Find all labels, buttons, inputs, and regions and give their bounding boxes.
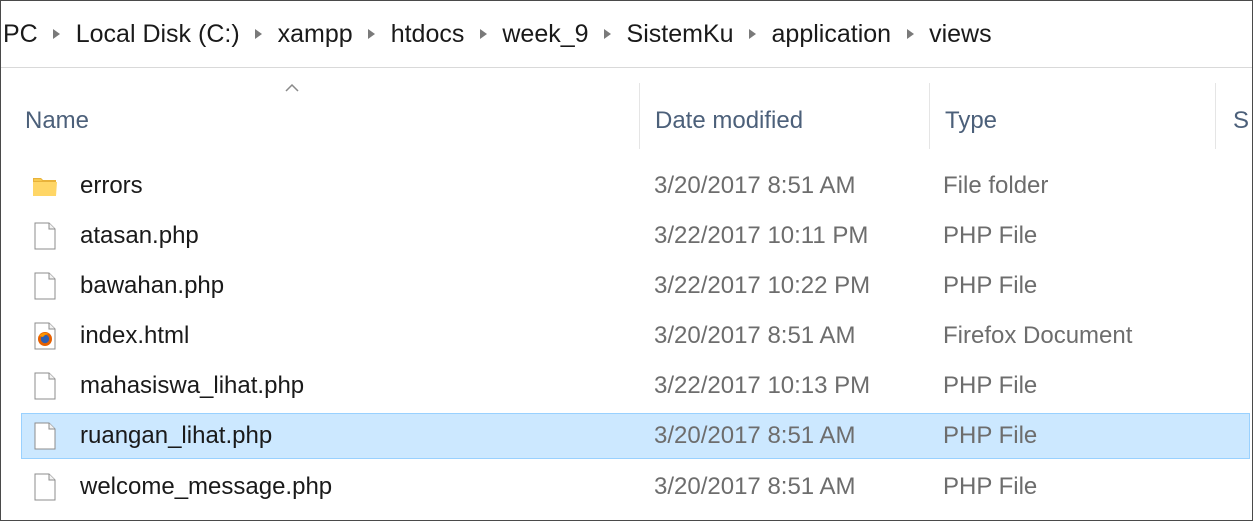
column-divider[interactable] (929, 83, 930, 149)
column-header: Name Date modified Type S (1, 67, 1252, 155)
file-type: Firefox Document (943, 322, 1133, 349)
folder-icon (32, 164, 58, 208)
file-type: File folder (943, 172, 1049, 199)
file-date-modified: 3/22/2017 10:11 PM (654, 222, 869, 249)
breadcrumb-local-disk[interactable]: Local Disk (C:) (74, 1, 242, 67)
file-type: PHP File (943, 473, 1038, 500)
document-icon (32, 264, 58, 308)
firefox-icon (32, 314, 58, 358)
file-name: mahasiswa_lihat.php (80, 372, 305, 399)
document-icon (32, 214, 58, 258)
column-divider[interactable] (1215, 83, 1216, 149)
chevron-right-icon[interactable] (466, 1, 500, 67)
breadcrumb-pc[interactable]: PC (1, 1, 40, 67)
file-row[interactable]: index.html 3/20/2017 8:51 AM Firefox Docum… (21, 313, 1250, 359)
breadcrumb-xampp[interactable]: xampp (276, 1, 355, 67)
file-type: PHP File (943, 222, 1038, 249)
file-name: bawahan.php (80, 272, 225, 299)
column-size[interactable]: S (1233, 67, 1252, 155)
file-row[interactable]: mahasiswa_lihat.php 3/22/2017 10:13 PM PHP… (21, 363, 1250, 409)
column-date-label: Date modified (655, 107, 804, 134)
breadcrumb-htdocs[interactable]: htdocs (389, 1, 467, 67)
breadcrumb-application[interactable]: application (770, 1, 894, 67)
chevron-right-icon[interactable] (591, 1, 625, 67)
column-type[interactable]: Type (945, 67, 1211, 155)
file-date-modified: 3/22/2017 10:13 PM (654, 372, 871, 399)
file-row[interactable]: errors 3/20/2017 8:51 AM File folder (21, 163, 1250, 209)
column-name-label: Name (25, 107, 90, 134)
file-type: PHP File (943, 272, 1038, 299)
file-row[interactable]: atasan.php 3/22/2017 10:11 PM PHP File (21, 213, 1250, 259)
file-row[interactable]: ruangan_lihat.php 3/20/2017 8:51 AM PHP Fi… (21, 413, 1250, 459)
column-type-label: Type (945, 107, 998, 134)
file-row[interactable]: bawahan.php 3/22/2017 10:22 PM PHP File (21, 263, 1250, 309)
document-icon (32, 364, 58, 408)
file-type: PHP File (943, 372, 1038, 399)
address-bar[interactable]: PC Local Disk (C:) xampp htdocs week_9 S… (1, 1, 1252, 68)
file-date-modified: 3/20/2017 8:51 AM (654, 172, 856, 199)
file-type: PHP File (943, 422, 1038, 449)
chevron-right-icon[interactable] (893, 1, 927, 67)
file-date-modified: 3/22/2017 10:22 PM (654, 272, 871, 299)
file-date-modified: 3/20/2017 8:51 AM (654, 473, 856, 500)
breadcrumb-views[interactable]: views (927, 1, 994, 67)
document-icon (32, 465, 58, 509)
file-name: index.html (80, 322, 190, 349)
column-size-label: S (1233, 107, 1250, 134)
file-date-modified: 3/20/2017 8:51 AM (654, 422, 856, 449)
file-date-modified: 3/20/2017 8:51 AM (654, 322, 856, 349)
file-name: atasan.php (80, 222, 199, 249)
column-name[interactable]: Name (25, 67, 637, 155)
chevron-right-icon[interactable] (736, 1, 770, 67)
file-explorer-window: PC Local Disk (C:) xampp htdocs week_9 S… (0, 0, 1253, 521)
chevron-right-icon[interactable] (40, 1, 74, 67)
file-name: errors (80, 172, 143, 199)
column-date-modified[interactable]: Date modified (655, 67, 925, 155)
file-row[interactable]: welcome_message.php 3/20/2017 8:51 AM PHP … (21, 464, 1250, 510)
chevron-right-icon[interactable] (242, 1, 276, 67)
file-name: welcome_message.php (80, 473, 333, 500)
file-name: ruangan_lihat.php (80, 422, 273, 449)
document-icon (32, 414, 58, 458)
breadcrumb-sistemku[interactable]: SistemKu (625, 1, 736, 67)
chevron-right-icon[interactable] (355, 1, 389, 67)
breadcrumb-week9[interactable]: week_9 (500, 1, 590, 67)
column-divider[interactable] (639, 83, 640, 149)
